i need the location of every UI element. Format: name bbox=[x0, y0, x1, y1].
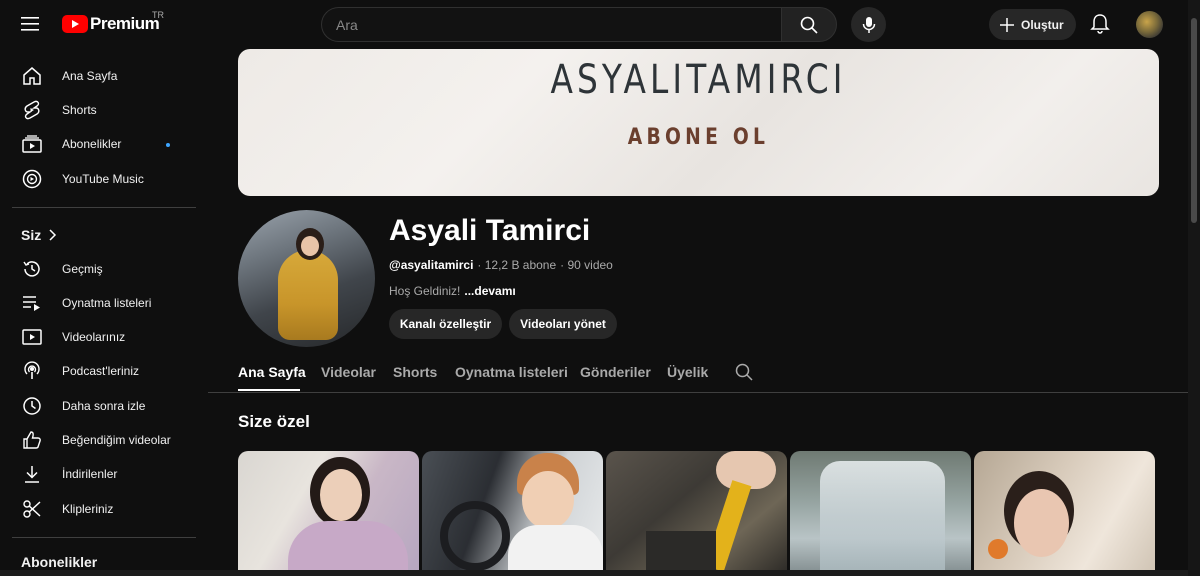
more-link[interactable]: ...devamı bbox=[464, 284, 515, 298]
account-avatar[interactable] bbox=[1136, 11, 1163, 38]
create-button[interactable]: Oluştur bbox=[989, 9, 1076, 40]
channel-search-icon[interactable] bbox=[735, 363, 753, 386]
chevron-right-icon bbox=[49, 229, 57, 241]
sidebar-item-label: Beğendiğim videolar bbox=[62, 433, 171, 447]
banner-title: ASYALITAMIRCI bbox=[550, 57, 847, 103]
customize-channel-button[interactable]: Kanalı özelleştir bbox=[389, 309, 502, 339]
search-input[interactable] bbox=[321, 7, 781, 42]
tab-membership[interactable]: Üyelik bbox=[667, 364, 708, 380]
description-text: Hoş Geldiniz! bbox=[389, 284, 461, 298]
active-tab-indicator bbox=[238, 389, 300, 391]
section-title-label: Abonelikler bbox=[21, 554, 98, 570]
sidebar-item-label: Abonelikler bbox=[62, 137, 122, 151]
sidebar-item-label: Ana Sayfa bbox=[62, 69, 118, 83]
channel-avatar[interactable] bbox=[238, 210, 375, 347]
sidebar-item-shorts[interactable]: Shorts bbox=[12, 93, 196, 127]
youtube-music-icon bbox=[20, 167, 44, 191]
sidebar-item-podcasts[interactable]: Podcast'leriniz bbox=[12, 354, 196, 388]
brand-name: Premium bbox=[90, 14, 160, 33]
sidebar-item-downloads[interactable]: İndirilenler bbox=[12, 457, 196, 491]
sidebar-item-liked-videos[interactable]: Beğendiğim videolar bbox=[12, 423, 196, 457]
manage-videos-button[interactable]: Videoları yönet bbox=[509, 309, 617, 339]
video-thumbnail[interactable] bbox=[422, 451, 603, 576]
sidebar-item-label: Podcast'leriniz bbox=[62, 364, 139, 378]
sidebar-divider bbox=[12, 207, 196, 208]
channel-page: ASYALITAMIRCI ABONE OL Asyali Tamirci @a… bbox=[208, 48, 1188, 576]
channel-handle: @asyalitamirci bbox=[389, 258, 474, 272]
your-videos-icon bbox=[20, 325, 44, 349]
sidebar-section-you[interactable]: Siz bbox=[21, 227, 57, 243]
sidebar-item-label: İndirilenler bbox=[62, 467, 118, 481]
video-count: · 90 video bbox=[560, 258, 613, 272]
country-code: TR bbox=[152, 10, 164, 20]
sidebar-item-watch-later[interactable]: Daha sonra izle bbox=[12, 389, 196, 423]
subscriptions-icon bbox=[20, 132, 44, 156]
channel-description[interactable]: Hoş Geldiniz! ...devamı bbox=[389, 284, 516, 298]
sidebar-item-label: Shorts bbox=[62, 103, 97, 117]
notifications-bell-icon[interactable] bbox=[1088, 12, 1112, 36]
sidebar-item-label: Geçmiş bbox=[62, 262, 103, 276]
sidebar-item-label: Daha sonra izle bbox=[62, 399, 146, 413]
top-bar: Premium TR Oluştur bbox=[0, 0, 1188, 48]
search-icon bbox=[800, 16, 818, 34]
tab-playlists[interactable]: Oynatma listeleri bbox=[455, 364, 568, 380]
plus-icon bbox=[1000, 17, 1014, 32]
tabs-divider bbox=[208, 392, 1188, 393]
video-thumbnail[interactable] bbox=[790, 451, 971, 576]
create-label: Oluştur bbox=[1021, 17, 1064, 32]
scrollbar-thumb[interactable] bbox=[1191, 18, 1197, 223]
avatar-figure bbox=[278, 250, 338, 340]
banner-subtitle: ABONE OL bbox=[627, 125, 770, 150]
tab-posts[interactable]: Gönderiler bbox=[580, 364, 651, 380]
tab-shorts[interactable]: Shorts bbox=[393, 364, 437, 380]
subscriber-count: · 12,2 B abone bbox=[477, 258, 557, 272]
sidebar-item-history[interactable]: Geçmiş bbox=[12, 252, 196, 286]
tab-home[interactable]: Ana Sayfa bbox=[238, 364, 306, 380]
sidebar-item-clips[interactable]: Klipleriniz bbox=[12, 492, 196, 526]
playlists-icon bbox=[20, 291, 44, 315]
channel-meta: @asyalitamirci · 12,2 B abone · 90 video bbox=[389, 258, 613, 272]
section-title: Size özel bbox=[238, 412, 310, 431]
sidebar-divider bbox=[12, 537, 196, 538]
page-scrollbar[interactable] bbox=[1188, 0, 1200, 576]
sidebar-item-youtube-music[interactable]: YouTube Music bbox=[12, 162, 196, 196]
microphone-icon bbox=[862, 16, 875, 33]
podcast-icon bbox=[20, 359, 44, 383]
search-bar bbox=[321, 7, 837, 42]
watch-later-icon bbox=[20, 394, 44, 418]
download-icon bbox=[20, 462, 44, 486]
sidebar-item-label: Klipleriniz bbox=[62, 502, 114, 516]
youtube-premium-logo[interactable]: Premium TR bbox=[62, 10, 164, 34]
avatar-face bbox=[301, 236, 319, 256]
video-thumbnail[interactable] bbox=[974, 451, 1155, 576]
sidebar-item-label: Oynatma listeleri bbox=[62, 296, 152, 310]
bottom-edge bbox=[0, 570, 1188, 576]
sidebar-section-subscriptions: Abonelikler bbox=[21, 554, 97, 570]
youtube-logo-icon bbox=[62, 15, 88, 33]
sidebar: Ana Sayfa Shorts Abonelikler YouTube Mus… bbox=[0, 48, 208, 576]
channel-name: Asyali Tamirci bbox=[389, 214, 591, 247]
sidebar-item-home[interactable]: Ana Sayfa bbox=[12, 59, 196, 93]
tab-videos[interactable]: Videolar bbox=[321, 364, 376, 380]
shorts-icon bbox=[20, 98, 44, 122]
new-content-dot bbox=[166, 143, 170, 147]
sidebar-item-your-videos[interactable]: Videolarınız bbox=[12, 320, 196, 354]
menu-icon[interactable] bbox=[18, 11, 44, 37]
liked-icon bbox=[20, 428, 44, 452]
section-title-label: Siz bbox=[21, 227, 42, 243]
home-icon bbox=[20, 64, 44, 88]
voice-search-button[interactable] bbox=[851, 7, 886, 42]
sidebar-item-label: YouTube Music bbox=[62, 172, 144, 186]
video-thumbnail[interactable] bbox=[238, 451, 419, 576]
video-thumbnail[interactable] bbox=[606, 451, 787, 576]
channel-banner[interactable]: ASYALITAMIRCI ABONE OL bbox=[238, 49, 1159, 196]
search-button[interactable] bbox=[781, 7, 837, 42]
clips-icon bbox=[20, 497, 44, 521]
history-icon bbox=[20, 257, 44, 281]
sidebar-item-label: Videolarınız bbox=[62, 330, 126, 344]
sidebar-item-playlists[interactable]: Oynatma listeleri bbox=[12, 286, 196, 320]
